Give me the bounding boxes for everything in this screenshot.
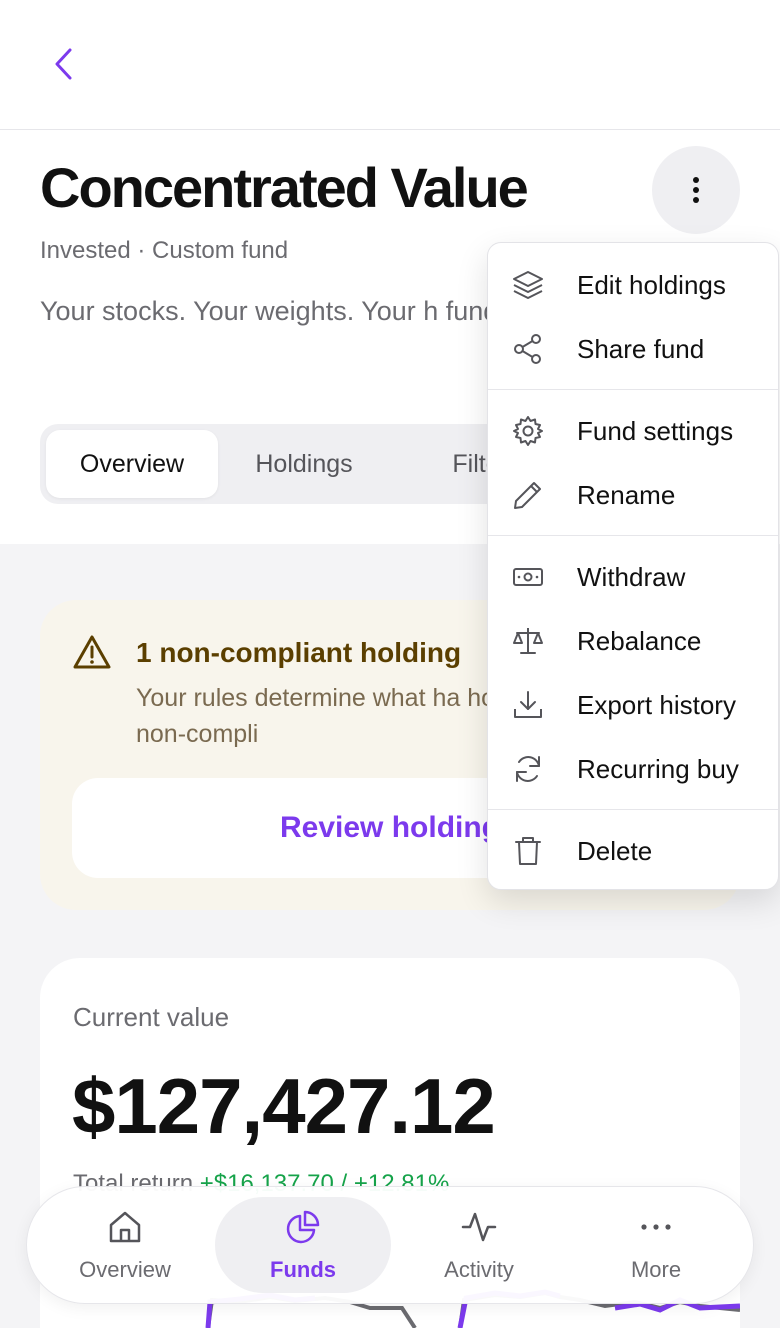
- layers-icon: [513, 271, 543, 299]
- page-title: Concentrated Value: [40, 156, 529, 219]
- nav-label: More: [630, 1257, 682, 1282]
- nav-item-activity[interactable]: Activity: [391, 1197, 567, 1293]
- menu-item-label: Fund settings: [577, 415, 734, 446]
- top-bar: [0, 0, 780, 130]
- refresh-icon: [516, 756, 540, 782]
- alert-title: 1 non-compliant holding: [136, 637, 462, 668]
- menu-item-withdraw[interactable]: Withdraw: [488, 545, 778, 609]
- activity-icon: [461, 1212, 497, 1242]
- chevron-left-icon: [55, 48, 72, 80]
- menu-item-label: Withdraw: [577, 561, 686, 592]
- nav-label: Funds: [270, 1257, 336, 1282]
- nav-label: Overview: [79, 1257, 171, 1282]
- menu-item-label: Share fund: [577, 333, 705, 364]
- menu-item-rename[interactable]: Rename: [488, 463, 778, 527]
- nav-item-overview[interactable]: Overview: [37, 1197, 213, 1293]
- more-horizontal-icon: [641, 1224, 671, 1230]
- menu-item-label: Recurring buy: [577, 753, 739, 784]
- menu-item-delete[interactable]: Delete: [488, 819, 778, 883]
- tab-holdings[interactable]: Holdings: [218, 430, 390, 498]
- warning-icon: [73, 635, 111, 669]
- nav-label: Activity: [444, 1257, 514, 1282]
- trash-icon: [515, 837, 541, 865]
- menu-divider: [488, 535, 778, 536]
- menu-item-rebalance[interactable]: Rebalance: [488, 609, 778, 673]
- scale-icon: [513, 628, 543, 654]
- tab-overview[interactable]: Overview: [46, 430, 218, 498]
- menu-item-recurring-buy[interactable]: Recurring buy: [488, 737, 778, 801]
- menu-item-label: Export history: [577, 689, 736, 720]
- current-value-amount: $127,427.12: [72, 1062, 496, 1150]
- menu-divider: [488, 389, 778, 390]
- menu-item-label: Delete: [577, 835, 653, 866]
- nav-item-more[interactable]: More: [568, 1197, 744, 1293]
- current-value-label: Current value: [73, 1002, 230, 1032]
- download-icon: [514, 691, 542, 718]
- menu-item-label: Edit holdings: [577, 269, 726, 300]
- bottom-navigation: Overview Funds Activity More: [26, 1186, 754, 1304]
- more-options-button[interactable]: [652, 146, 740, 234]
- share-icon: [514, 334, 541, 364]
- home-icon: [109, 1211, 141, 1243]
- menu-item-edit-holdings[interactable]: Edit holdings: [488, 253, 778, 317]
- fund-subtitle: Invested · Custom fund: [40, 237, 289, 264]
- menu-item-share-fund[interactable]: Share fund: [488, 317, 778, 381]
- back-button[interactable]: [44, 40, 84, 88]
- menu-item-fund-settings[interactable]: Fund settings: [488, 399, 778, 463]
- banknote-icon: [513, 568, 543, 586]
- menu-item-label: Rebalance: [577, 625, 702, 656]
- pencil-icon: [514, 482, 541, 509]
- nav-item-funds[interactable]: Funds: [215, 1197, 391, 1293]
- pie-chart-icon: [286, 1210, 320, 1244]
- menu-item-label: Rename: [577, 479, 676, 510]
- more-vertical-icon: [693, 177, 699, 203]
- fund-options-menu: Edit holdings Share fund Fund settings R…: [487, 242, 779, 890]
- menu-item-export-history[interactable]: Export history: [488, 673, 778, 737]
- gear-icon: [513, 416, 543, 446]
- menu-divider: [488, 809, 778, 810]
